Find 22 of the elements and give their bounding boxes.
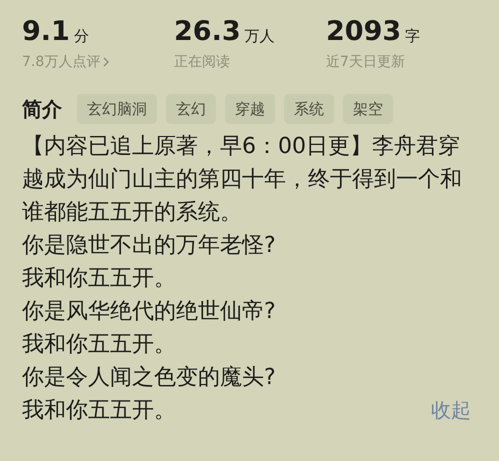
- intro-text: 你是隐世不出的万年老怪?: [22, 232, 277, 260]
- stat-value: 26.3: [174, 16, 241, 48]
- tag[interactable]: 穿越: [225, 94, 275, 124]
- stat-value: 2093: [326, 16, 402, 48]
- intro-text: 我和你五五开。: [22, 397, 176, 425]
- tag[interactable]: 玄幻脑洞: [77, 94, 157, 124]
- stat-unit: 分: [74, 26, 89, 47]
- intro-text: 我和你五五开。: [22, 331, 177, 359]
- intro-text: 你是风华绝代的绝世仙帝?: [22, 298, 277, 326]
- stat-unit: 万人: [244, 26, 275, 47]
- stat-caption: 正在阅读: [174, 53, 230, 72]
- stat-caption: 近7天日更新: [326, 53, 405, 72]
- chevron-right-icon[interactable]: [103, 57, 110, 67]
- intro-text: 【内容已追上原著，早6：00日更】李舟君穿越成为仙门山主的第四十年，终于得到一个和谁都能五五开的系统。: [22, 133, 463, 227]
- tag[interactable]: 玄幻: [166, 94, 216, 124]
- intro-text: 你是令人闻之色变的魔头?: [22, 364, 277, 392]
- section-title: 简介: [22, 96, 62, 123]
- stat-value: 9.1: [22, 16, 70, 48]
- stat-unit: 字: [405, 26, 420, 47]
- tag[interactable]: 架空: [343, 94, 393, 124]
- intro-text: 我和你五五开。: [22, 265, 177, 293]
- tag[interactable]: 系统: [284, 94, 334, 124]
